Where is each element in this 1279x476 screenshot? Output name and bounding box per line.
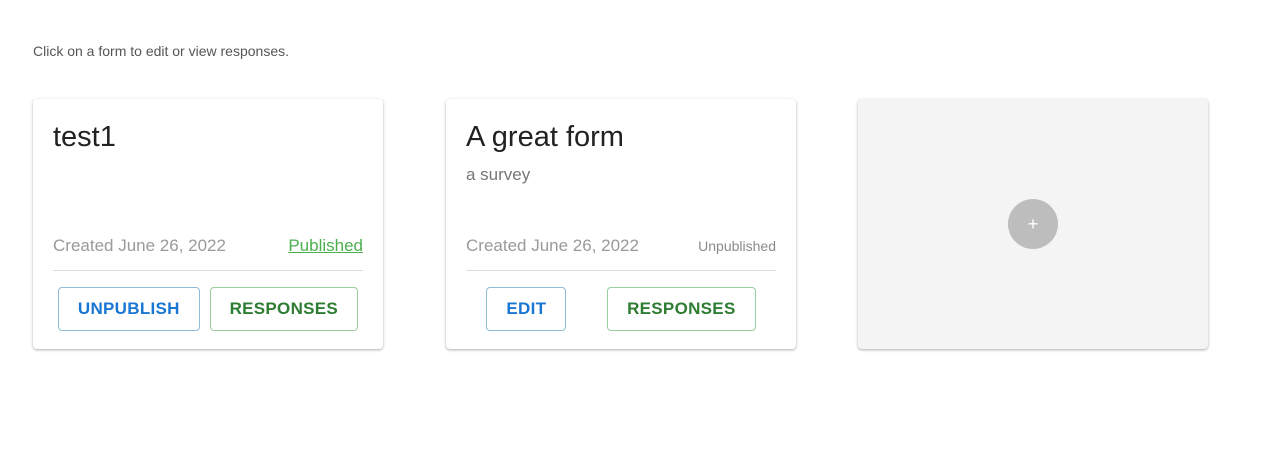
edit-button[interactable]: EDIT bbox=[486, 287, 567, 331]
responses-button[interactable]: RESPONSES bbox=[607, 287, 756, 331]
created-date: Created June 26, 2022 bbox=[466, 236, 639, 255]
responses-button[interactable]: RESPONSES bbox=[209, 287, 359, 331]
form-meta: Created June 26, 2022 Published bbox=[53, 236, 363, 256]
intro-text: Click on a form to edit or view response… bbox=[33, 43, 289, 59]
card-actions: UNPUBLISH RESPONSES bbox=[53, 287, 363, 331]
status-link-published[interactable]: Published bbox=[288, 236, 363, 256]
add-form-card[interactable]: + bbox=[858, 99, 1208, 349]
plus-icon[interactable]: + bbox=[1008, 199, 1058, 249]
status-badge-unpublished: Unpublished bbox=[698, 238, 776, 254]
form-title: A great form bbox=[466, 121, 624, 153]
form-meta: Created June 26, 2022 Unpublished bbox=[466, 236, 776, 256]
form-card-a-great-form[interactable]: A great form a survey Created June 26, 2… bbox=[446, 99, 796, 349]
created-date: Created June 26, 2022 bbox=[53, 236, 226, 255]
divider bbox=[53, 270, 363, 271]
form-title: test1 bbox=[53, 121, 116, 153]
card-actions: EDIT RESPONSES bbox=[466, 287, 776, 331]
divider bbox=[466, 270, 776, 271]
form-subtitle: a survey bbox=[466, 165, 531, 184]
form-card-test1[interactable]: test1 Created June 26, 2022 Published UN… bbox=[33, 99, 383, 349]
unpublish-button[interactable]: UNPUBLISH bbox=[57, 287, 200, 331]
